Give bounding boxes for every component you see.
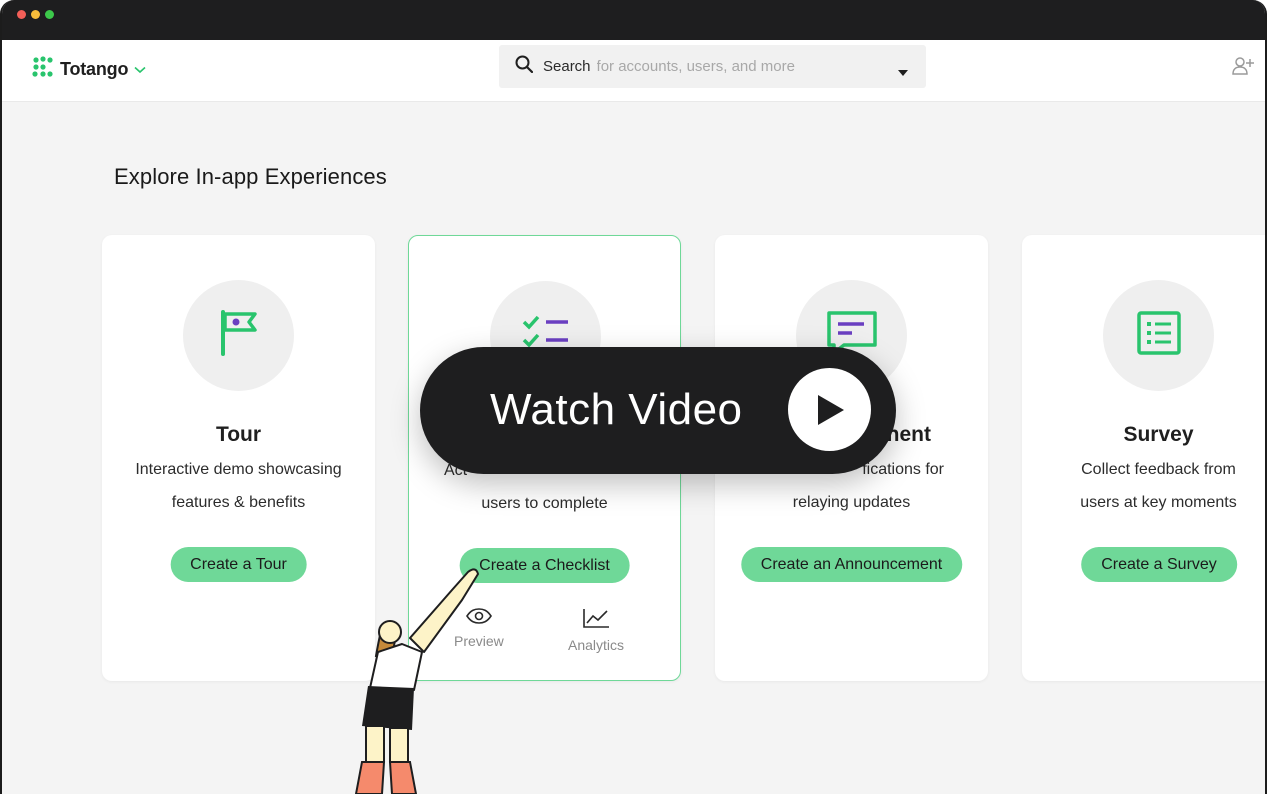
survey-icon — [1136, 311, 1181, 360]
search-input[interactable] — [596, 58, 867, 75]
card-description-line: features & benefits — [171, 494, 306, 511]
card-description-line: Collect feedback from — [1081, 461, 1236, 478]
card-description-line: users at key moments — [1080, 494, 1237, 511]
icon-badge — [183, 280, 294, 391]
card-description: Collect feedback from users at key momen… — [1032, 453, 1265, 519]
card-description-line: users to complete — [481, 495, 608, 512]
global-search[interactable]: Search — [499, 45, 926, 88]
create-tour-button[interactable]: Create a Tour — [170, 547, 307, 582]
experience-card-survey: Survey Collect feedback from users at ke… — [1022, 235, 1265, 681]
top-navigation-bar: Totango Search — [2, 40, 1265, 102]
analytics-label: Analytics — [568, 637, 625, 653]
card-description-line: Interactive demo showcasing — [135, 461, 342, 478]
window-titlebar — [2, 0, 1265, 40]
watch-video-button[interactable]: Watch Video — [420, 347, 896, 474]
experience-card-tour: Tour Interactive demo showcasing feature… — [102, 235, 375, 681]
line-chart-icon — [582, 608, 610, 631]
window-close-dot[interactable] — [17, 10, 26, 19]
card-title: Survey — [1123, 423, 1194, 446]
page-title: Explore In-app Experiences — [114, 164, 387, 189]
search-label: Search — [543, 58, 591, 75]
chevron-down-icon — [134, 61, 146, 79]
watch-video-label: Watch Video — [490, 385, 743, 434]
card-description: Interactive demo showcasing features & b… — [112, 453, 365, 519]
flag-icon — [220, 310, 258, 361]
person-pointing-illustration — [352, 560, 492, 794]
add-user-icon[interactable] — [1231, 56, 1255, 81]
card-title: Tour — [215, 423, 262, 446]
totango-logo-icon — [32, 56, 54, 83]
create-announcement-button[interactable]: Create an Announcement — [740, 547, 963, 582]
window-minimize-dot[interactable] — [31, 10, 40, 19]
create-survey-button[interactable]: Create a Survey — [1081, 547, 1237, 582]
app-name: Totango — [60, 59, 129, 79]
app-logo-menu[interactable]: Totango — [32, 56, 146, 83]
browser-window: Totango Search Explore In-app Experience… — [0, 0, 1267, 794]
card-description-line: relaying updates — [792, 494, 911, 511]
caret-down-icon[interactable] — [898, 63, 908, 81]
search-icon — [515, 55, 534, 78]
analytics-action[interactable]: Analytics — [568, 608, 624, 653]
window-maximize-dot[interactable] — [45, 10, 54, 19]
icon-badge — [1103, 280, 1214, 391]
play-icon — [788, 368, 871, 451]
